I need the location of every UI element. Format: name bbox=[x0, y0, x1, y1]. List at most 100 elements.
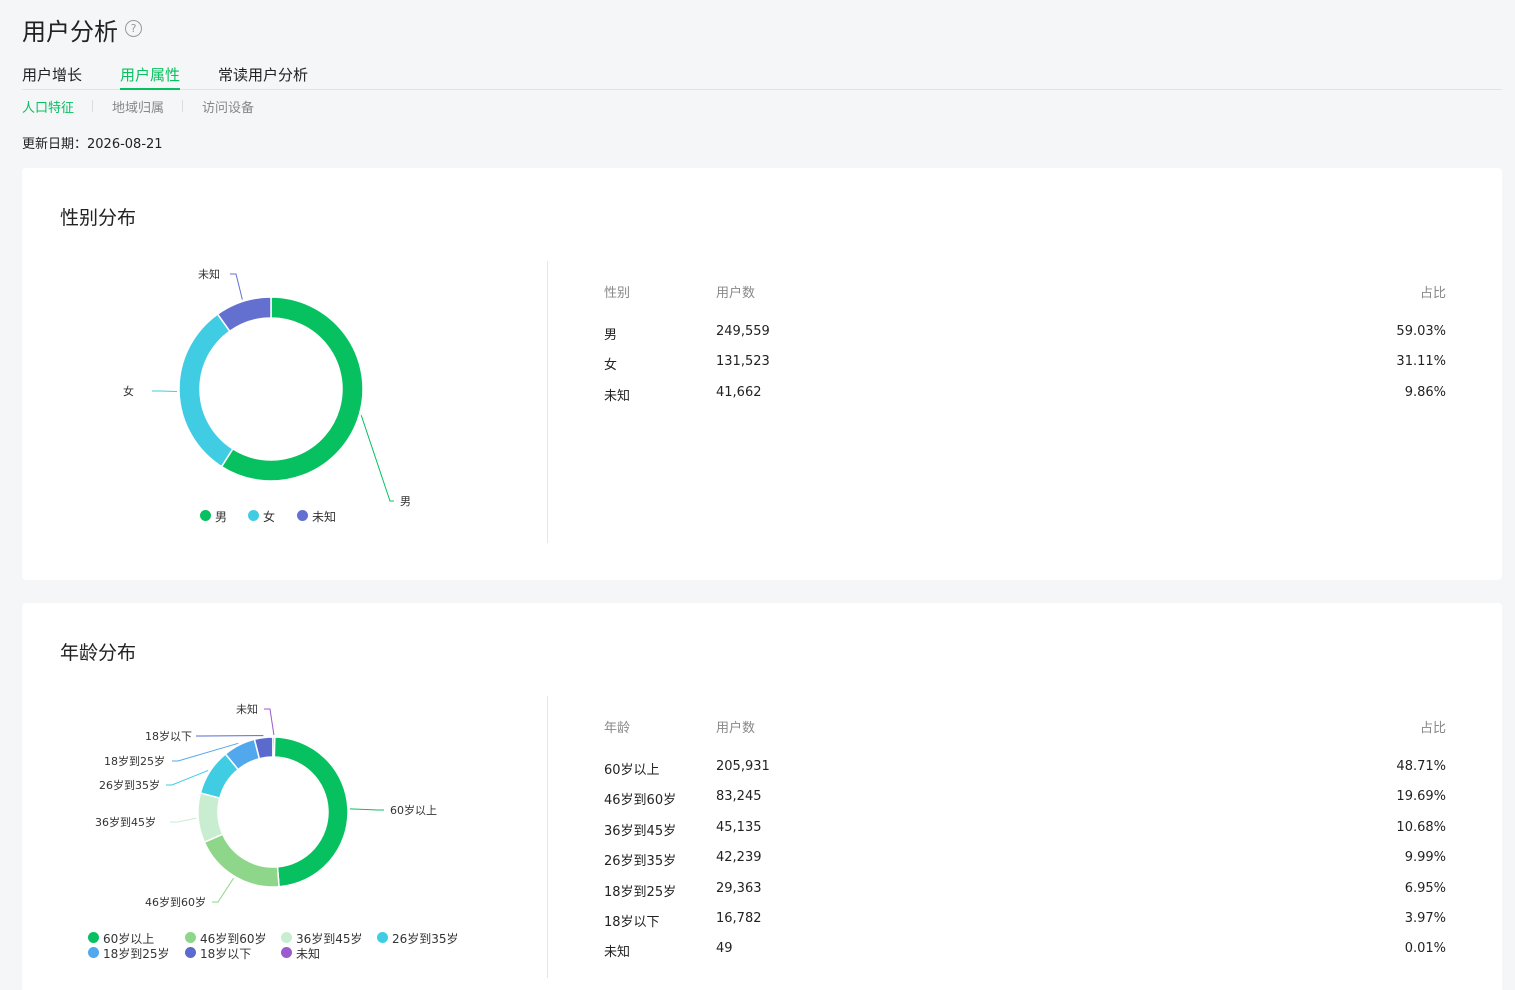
legend-dot-icon bbox=[88, 947, 99, 958]
gender-table: 性别 用户数 占比男 249,559 59.03% 女 131,523 31.11% 未知 41,… bbox=[604, 282, 1446, 422]
help-icon[interactable]: ? bbox=[125, 20, 142, 37]
table-cell: 18岁到25岁 bbox=[604, 885, 677, 900]
table-header: 占比 bbox=[1419, 721, 1446, 736]
legend-label: 男 bbox=[215, 510, 228, 524]
label-leader-line bbox=[212, 877, 234, 903]
label-leader-line bbox=[360, 415, 394, 502]
donut-slice[interactable] bbox=[220, 296, 364, 482]
label-leader-line bbox=[170, 817, 197, 823]
slice-label: 60岁以上 bbox=[390, 803, 437, 817]
age-legend: 60岁以上 46岁到60岁 36岁到45岁 26岁到35岁 18岁到25岁 18岁以下 未知 bbox=[88, 930, 488, 962]
legend-dot-icon bbox=[377, 932, 388, 943]
legend-label: 18岁以下 bbox=[200, 947, 252, 961]
gender-donut-chart: 男 女 未知 bbox=[123, 267, 411, 508]
legend-label: 未知 bbox=[296, 947, 321, 961]
donut-slice[interactable] bbox=[197, 792, 224, 844]
slice-label: 46岁到60岁 bbox=[145, 895, 206, 909]
slice-label: 36岁到45岁 bbox=[95, 815, 156, 829]
table-header: 占比 bbox=[1419, 286, 1446, 301]
subtab-region[interactable]: 地域归属 bbox=[112, 97, 164, 116]
card-divider bbox=[547, 696, 548, 978]
table-cell: 36岁到45岁 bbox=[604, 824, 677, 839]
table-cell: 131,523 bbox=[716, 354, 770, 369]
table-cell: 45,135 bbox=[716, 820, 762, 835]
age-card: 年龄分布 60岁以上 46岁到60岁 36岁到45岁 26岁到35岁 18岁到25岁 18… bbox=[22, 603, 1502, 990]
slice-label: 未知 bbox=[198, 267, 220, 281]
update-value: 2026-08-21 bbox=[87, 137, 163, 152]
label-leader-line bbox=[349, 808, 384, 811]
donut-slice[interactable] bbox=[272, 736, 349, 888]
table-cell: 41,662 bbox=[716, 385, 762, 400]
legend-label: 18岁到25岁 bbox=[103, 947, 170, 961]
donut-slice[interactable] bbox=[178, 313, 234, 468]
table-cell: 未知 bbox=[604, 945, 631, 960]
legend-dot-icon bbox=[88, 932, 99, 943]
legend-label: 未知 bbox=[312, 510, 337, 524]
table-cell: 9.99% bbox=[1404, 850, 1446, 865]
donut-slice[interactable] bbox=[272, 736, 276, 758]
table-cell: 9.86% bbox=[1404, 385, 1446, 400]
donut-slice[interactable] bbox=[216, 296, 272, 333]
table-cell: 48.71% bbox=[1396, 759, 1446, 774]
update-date: 更新日期：2026-08-21 bbox=[22, 133, 163, 152]
subtab-divider bbox=[182, 100, 183, 112]
table-cell: 18岁以下 bbox=[604, 915, 660, 930]
slice-label: 26岁到35岁 bbox=[99, 778, 160, 792]
slice-label: 未知 bbox=[236, 702, 258, 716]
update-label: 更新日期： bbox=[22, 137, 88, 152]
legend-dot-icon bbox=[185, 947, 196, 958]
legend-dot-icon bbox=[185, 932, 196, 943]
legend-dot-icon bbox=[248, 510, 259, 521]
table-cell: 未知 bbox=[604, 389, 631, 404]
table-cell: 60岁以上 bbox=[604, 763, 660, 778]
table-cell: 10.68% bbox=[1396, 820, 1446, 835]
table-cell: 16,782 bbox=[716, 911, 762, 926]
donut-slice[interactable] bbox=[203, 833, 280, 888]
label-leader-line bbox=[264, 708, 275, 736]
main-tabs: 用户增长 用户属性 常读用户分析 bbox=[22, 62, 1502, 90]
table-cell: 男 bbox=[604, 328, 618, 343]
card-divider bbox=[547, 261, 548, 543]
table-cell: 31.11% bbox=[1396, 354, 1446, 369]
slice-label: 男 bbox=[400, 495, 411, 508]
table-cell: 3.97% bbox=[1404, 911, 1446, 926]
legend-dot-icon bbox=[281, 947, 292, 958]
gender-legend: 男 女 未知 bbox=[200, 508, 500, 528]
table-header: 性别 bbox=[604, 286, 631, 301]
legend-dot-icon bbox=[297, 510, 308, 521]
slice-label: 18岁到25岁 bbox=[104, 754, 165, 768]
page-title: 用户分析 bbox=[22, 18, 118, 46]
slice-label: 女 bbox=[123, 384, 134, 398]
legend-label: 女 bbox=[263, 510, 276, 524]
subtab-demographics[interactable]: 人口特征 bbox=[22, 97, 74, 116]
table-cell: 女 bbox=[604, 358, 618, 373]
tab-frequent-readers[interactable]: 常读用户分析 bbox=[218, 64, 308, 90]
table-header: 用户数 bbox=[716, 286, 756, 301]
legend-dot-icon bbox=[281, 932, 292, 943]
age-donut-chart: 60岁以上 46岁到60岁 36岁到45岁 26岁到35岁 18岁到25岁 18岁以下 未知 bbox=[95, 702, 437, 909]
table-cell: 29,363 bbox=[716, 881, 762, 896]
table-header: 用户数 bbox=[716, 721, 756, 736]
table-cell: 6.95% bbox=[1404, 881, 1446, 896]
age-table: 年龄 用户数 占比 60岁以上 205,931 48.71% 46岁到60岁 83,245 19… bbox=[604, 717, 1446, 967]
table-cell: 59.03% bbox=[1396, 324, 1446, 339]
subtab-device[interactable]: 访问设备 bbox=[202, 97, 254, 116]
table-cell: 205,931 bbox=[716, 759, 770, 774]
table-cell: 83,245 bbox=[716, 789, 762, 804]
card-title: 年龄分布 bbox=[60, 642, 137, 664]
table-cell: 19.69% bbox=[1396, 789, 1446, 804]
subtab-divider bbox=[92, 100, 93, 112]
label-leader-line bbox=[166, 769, 209, 786]
tab-user-attributes[interactable]: 用户属性 bbox=[120, 64, 181, 90]
table-cell: 46岁到60岁 bbox=[604, 793, 677, 808]
table-cell: 0.01% bbox=[1404, 941, 1446, 956]
table-cell: 49 bbox=[716, 941, 733, 956]
table-cell: 42,239 bbox=[716, 850, 762, 865]
gender-card: 性别分布 男女未知 男女未知 性别 用户数 占比男 249,559 59.03% 女 131… bbox=[22, 168, 1502, 580]
label-leader-line bbox=[230, 273, 243, 300]
slice-label: 18岁以下 bbox=[145, 729, 192, 743]
legend-dot-icon bbox=[200, 510, 211, 521]
tab-user-growth[interactable]: 用户增长 bbox=[22, 64, 82, 90]
table-cell: 26岁到35岁 bbox=[604, 854, 677, 869]
legend-label: 26岁到35岁 bbox=[392, 932, 459, 946]
